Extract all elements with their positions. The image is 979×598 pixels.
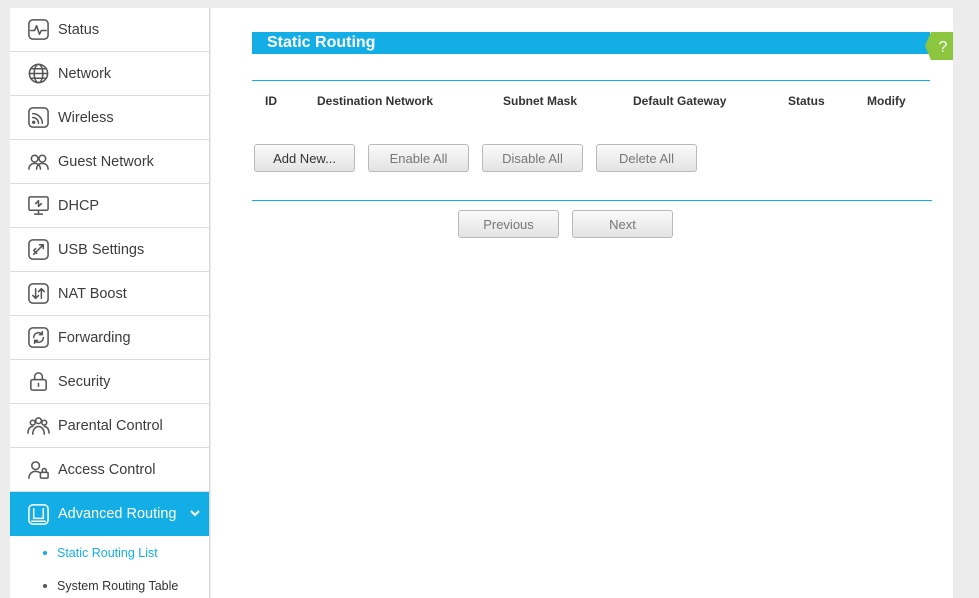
sidebar-item-label: Forwarding (58, 329, 131, 346)
disable-all-button[interactable]: Disable All (482, 144, 583, 172)
router-icon (26, 502, 50, 526)
next-page-button[interactable]: Next (572, 210, 673, 238)
sidebar-subitem-label: System Routing Table (57, 578, 179, 593)
arrows-icon (26, 282, 50, 306)
help-icon: ? (925, 32, 955, 60)
previous-page-button[interactable]: Previous (458, 210, 559, 238)
table-top-divider (252, 80, 930, 81)
refresh-icon (26, 326, 50, 350)
sidebar-subitem-system-routing-table[interactable]: System Routing Table (10, 569, 209, 598)
usb-icon (26, 238, 50, 262)
sidebar-item-guest-network[interactable]: Guest Network (10, 140, 209, 184)
help-label: ? (939, 39, 948, 56)
sidebar-item-access-control[interactable]: Access Control (10, 448, 209, 492)
bullet-icon (43, 550, 47, 555)
sidebar-item-usb-settings[interactable]: USB Settings (10, 228, 209, 272)
status-icon (26, 18, 50, 42)
sidebar-item-label: USB Settings (58, 241, 145, 258)
sidebar-item-forwarding[interactable]: Forwarding (10, 316, 209, 360)
sidebar-item-dhcp[interactable]: DHCP (10, 184, 209, 228)
delete-all-button[interactable]: Delete All (596, 144, 697, 172)
enable-all-button[interactable]: Enable All (368, 144, 469, 172)
user-lock-icon (26, 458, 50, 482)
sidebar-item-label: NAT Boost (58, 285, 127, 302)
sidebar-item-label: Access Control (58, 461, 156, 478)
sidebar-item-label: DHCP (58, 197, 100, 214)
sidebar-item-parental-control[interactable]: Parental Control (10, 404, 209, 448)
sidebar-item-label: Security (58, 373, 111, 390)
add-new-button[interactable]: Add New... (254, 144, 355, 172)
sidebar-item-wireless[interactable]: Wireless (10, 96, 209, 140)
page-title: Static Routing (252, 32, 930, 54)
globe-icon (26, 62, 50, 86)
page-right-margin (953, 8, 979, 598)
table-header: ID Destination Network Subnet Mask Defau… (252, 90, 932, 112)
table-bottom-divider (252, 200, 932, 201)
sidebar-subitem-static-routing-list[interactable]: Static Routing List (10, 536, 209, 569)
sidebar-item-label: Parental Control (58, 417, 163, 434)
sidebar-item-label: Advanced Routing (58, 506, 177, 522)
sidebar-item-nat-boost[interactable]: NAT Boost (10, 272, 209, 316)
column-header-status: Status (788, 94, 825, 108)
sidebar-item-network[interactable]: Network (10, 52, 209, 96)
sidebar-item-label: Status (58, 21, 100, 38)
sidebar-subitem-label: Static Routing List (57, 545, 158, 560)
guests-icon (26, 150, 50, 174)
column-header-id: ID (265, 94, 277, 108)
column-header-modify: Modify (867, 94, 906, 108)
sidebar-item-security[interactable]: Security (10, 360, 209, 404)
monitor-icon (26, 194, 50, 218)
lock-icon (26, 370, 50, 394)
bullet-icon (43, 583, 47, 588)
column-header-subnet-mask: Subnet Mask (503, 94, 578, 108)
sidebar-item-advanced-routing[interactable]: Advanced Routing (10, 492, 209, 536)
sidebar-item-status[interactable]: Status (10, 8, 209, 52)
sidebar-item-label: Wireless (58, 109, 114, 126)
sidebar-nav: Status Network Wireless Guest Network DH… (10, 8, 210, 598)
column-header-default-gateway: Default Gateway (633, 94, 727, 108)
column-header-destination-network: Destination Network (317, 94, 434, 108)
help-button[interactable]: ? (925, 32, 955, 60)
sidebar-item-label: Guest Network (58, 153, 154, 170)
main-panel: Static Routing ? ID Destination Network … (211, 8, 955, 598)
wifi-icon (26, 106, 50, 130)
chevron-down-icon (189, 507, 201, 519)
family-icon (26, 414, 50, 438)
sidebar-item-label: Network (58, 65, 112, 82)
